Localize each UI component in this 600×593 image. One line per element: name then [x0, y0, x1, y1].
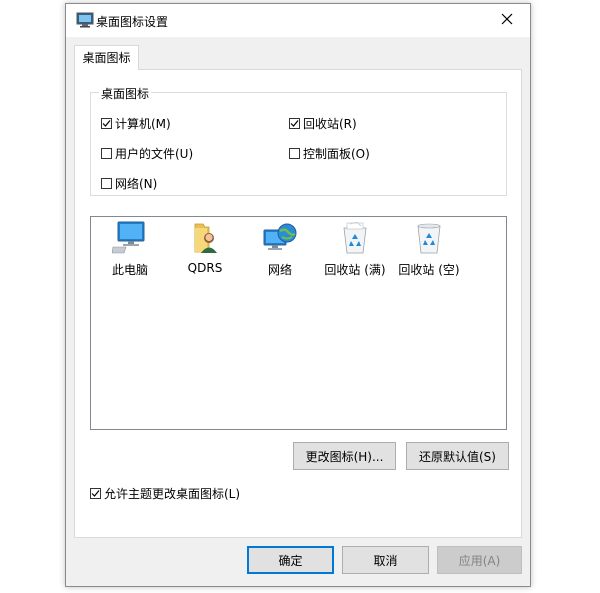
checkbox-box[interactable] — [101, 177, 112, 189]
checkbox-computer[interactable]: 计算机(M) — [101, 115, 171, 131]
checkbox-box[interactable] — [289, 147, 300, 159]
checkbox-label: 控制面板(O) — [303, 146, 370, 161]
checkbox-box[interactable] — [289, 117, 300, 129]
checkbox-label: 允许主题更改桌面图标(L) — [104, 486, 241, 501]
desktop-icons-group: 桌面图标 计算机(M) 回收站(R) 用户的文件(U) 控制面板(O) 网络(N… — [90, 85, 507, 196]
list-item-recycle-bin-full[interactable]: 回收站 (满) — [316, 221, 394, 278]
tab-panel: 桌面图标 计算机(M) 回收站(R) 用户的文件(U) 控制面板(O) 网络(N… — [74, 69, 522, 538]
checkbox-control-panel[interactable]: 控制面板(O) — [289, 145, 370, 161]
icon-label: 网络 — [267, 263, 292, 277]
restore-default-button[interactable]: 还原默认值(S) — [406, 442, 509, 470]
desktop-icon-settings-dialog: 桌面图标设置 桌面图标 桌面图标 计算机(M) 回收站(R) 用户的文件(U) … — [65, 3, 531, 587]
checkbox-label: 网络(N) — [115, 176, 158, 191]
title-bar: 桌面图标设置 — [66, 4, 530, 37]
icon-label: 回收站 (空) — [398, 263, 460, 277]
close-icon — [501, 13, 513, 28]
display-settings-icon — [76, 12, 94, 28]
list-item-recycle-bin-empty[interactable]: 回收站 (空) — [390, 221, 468, 278]
checkbox-box[interactable] — [101, 117, 112, 129]
computer-icon — [111, 220, 148, 257]
change-icon-button[interactable]: 更改图标(H)... — [293, 442, 396, 470]
checkbox-label: 用户的文件(U) — [115, 146, 194, 161]
close-button[interactable] — [484, 4, 530, 37]
checkbox-network[interactable]: 网络(N) — [101, 175, 157, 191]
list-item-user-folder[interactable]: QDRS — [166, 221, 244, 275]
checkbox-recycle-bin[interactable]: 回收站(R) — [289, 115, 357, 131]
recycle-bin-full-icon — [341, 221, 369, 257]
list-item-network[interactable]: 网络 — [241, 221, 319, 278]
tab-desktop-icons[interactable]: 桌面图标 — [74, 45, 139, 70]
checkbox-label: 计算机(M) — [115, 116, 171, 131]
checkbox-allow-themes[interactable]: 允许主题更改桌面图标(L) — [90, 485, 240, 501]
checkbox-box[interactable] — [90, 487, 101, 499]
group-title: 桌面图标 — [99, 85, 152, 102]
user-folder-icon — [189, 222, 221, 257]
list-item-this-pc[interactable]: 此电脑 — [91, 221, 169, 278]
checkbox-box[interactable] — [101, 147, 112, 159]
icon-label: 回收站 (满) — [324, 263, 386, 277]
icon-label: 此电脑 — [111, 263, 148, 277]
icon-list[interactable]: 此电脑 QDRS 网络 回收站 (满) 回收站 (空) — [90, 216, 507, 430]
network-icon — [262, 222, 298, 257]
checkbox-user-files[interactable]: 用户的文件(U) — [101, 145, 193, 161]
cancel-button[interactable]: 取消 — [342, 546, 429, 574]
apply-button[interactable]: 应用(A) — [437, 546, 522, 574]
recycle-bin-empty-icon — [415, 222, 443, 257]
checkbox-label: 回收站(R) — [303, 116, 357, 131]
window-title: 桌面图标设置 — [96, 15, 169, 29]
icon-label: QDRS — [187, 261, 223, 275]
ok-button[interactable]: 确定 — [247, 546, 334, 574]
